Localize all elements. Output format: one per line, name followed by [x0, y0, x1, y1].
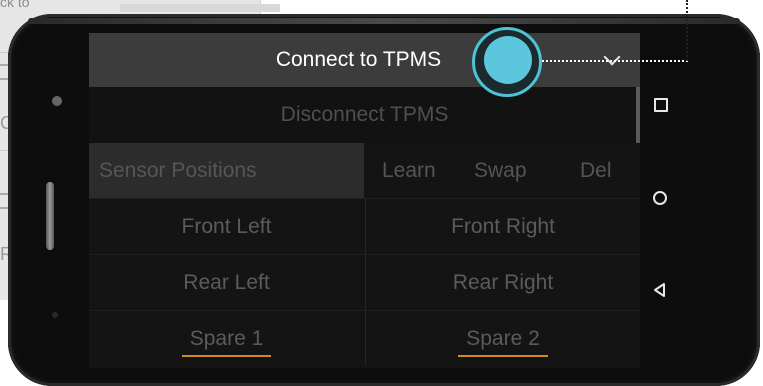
delete-button[interactable]: Del	[580, 159, 612, 183]
background-top-text: ck to	[0, 0, 30, 10]
swap-button[interactable]: Swap	[474, 159, 527, 183]
chevron-down-icon[interactable]	[603, 48, 621, 66]
sensor-positions-header: Sensor Positions	[89, 143, 364, 198]
front-right-cell[interactable]: Front Right	[366, 199, 640, 254]
disconnect-option[interactable]: Disconnect TPMS	[89, 87, 640, 143]
rear-left-cell[interactable]: Rear Left	[89, 255, 364, 310]
callout-line	[542, 60, 688, 62]
connect-label: Connect to TPMS	[275, 48, 442, 71]
sensor-actions: Learn Swap Del	[366, 143, 640, 198]
rear-right-cell[interactable]: Rear Right	[366, 255, 640, 310]
background-top-bar	[120, 4, 280, 12]
spare-2-cell[interactable]: Spare 2	[366, 311, 640, 366]
speaker-slot	[46, 182, 54, 250]
sensor-header-row: Sensor Positions Learn Swap Del	[89, 143, 640, 199]
disconnect-label: Disconnect TPMS	[280, 103, 449, 126]
recents-square-icon[interactable]	[654, 98, 668, 112]
tap-indicator-fill	[484, 36, 532, 84]
front-left-cell[interactable]: Front Left	[89, 199, 364, 254]
table-row: Front Left Front Right	[89, 199, 640, 255]
table-row: Spare 1 Spare 2	[89, 311, 640, 366]
scrollbar[interactable]	[636, 87, 640, 143]
home-circle-icon[interactable]	[653, 191, 667, 205]
callout-line-vertical	[686, 0, 688, 61]
spare-1-label: Spare 1	[181, 326, 271, 357]
spare-1-cell[interactable]: Spare 1	[89, 311, 364, 366]
spare-2-label: Spare 2	[458, 326, 548, 357]
learn-button[interactable]: Learn	[382, 159, 436, 183]
tap-indicator	[472, 27, 542, 97]
app-screen: Connect to TPMS Disconnect TPMS Sensor P…	[89, 33, 640, 368]
table-row: Rear Left Rear Right	[89, 255, 640, 311]
back-triangle-icon[interactable]	[652, 282, 668, 298]
phone-top-edge	[28, 18, 740, 24]
microphone-dot	[52, 312, 58, 318]
sensor-dot	[52, 96, 62, 106]
